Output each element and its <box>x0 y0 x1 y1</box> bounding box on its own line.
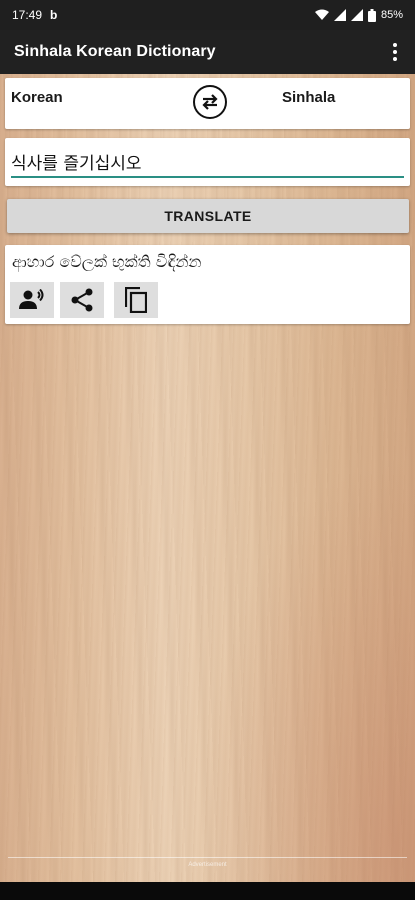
translation-result: ආහාර වේලක් භුක්ති විඳින්න <box>12 252 202 271</box>
target-language[interactable]: Sinhala <box>282 89 335 106</box>
speak-icon[interactable] <box>10 282 54 318</box>
share-icon[interactable] <box>60 282 104 318</box>
result-card: ආහාර වේලක් භුක්ති විඳින්න <box>5 245 410 324</box>
app-title: Sinhala Korean Dictionary <box>14 43 216 60</box>
wifi-icon <box>314 9 329 21</box>
wood-background <box>0 74 415 882</box>
ad-divider <box>8 857 407 858</box>
signal-icon <box>333 9 346 21</box>
translate-button[interactable]: TRANSLATE <box>7 199 409 233</box>
source-language[interactable]: Korean <box>11 89 63 106</box>
battery-percent: 85% <box>380 9 403 21</box>
source-text-input[interactable] <box>11 148 404 178</box>
status-left: 17:49 b <box>12 8 57 22</box>
copy-icon[interactable] <box>114 282 158 318</box>
status-bar: 17:49 b 85% <box>0 0 415 30</box>
battery-icon <box>367 8 376 22</box>
signal-icon-2 <box>350 9 363 21</box>
app-bar: Sinhala Korean Dictionary <box>0 30 415 74</box>
ad-label: Advertisement <box>188 862 227 868</box>
status-right: 85% <box>314 8 403 22</box>
input-card <box>5 138 410 186</box>
navigation-bar <box>0 882 415 900</box>
status-time: 17:49 <box>12 8 43 22</box>
notification-icon: b <box>50 8 58 22</box>
more-vert-icon[interactable] <box>385 37 405 67</box>
swap-arrows-icon[interactable] <box>193 85 227 119</box>
language-selector-card: Korean Sinhala <box>5 78 410 129</box>
